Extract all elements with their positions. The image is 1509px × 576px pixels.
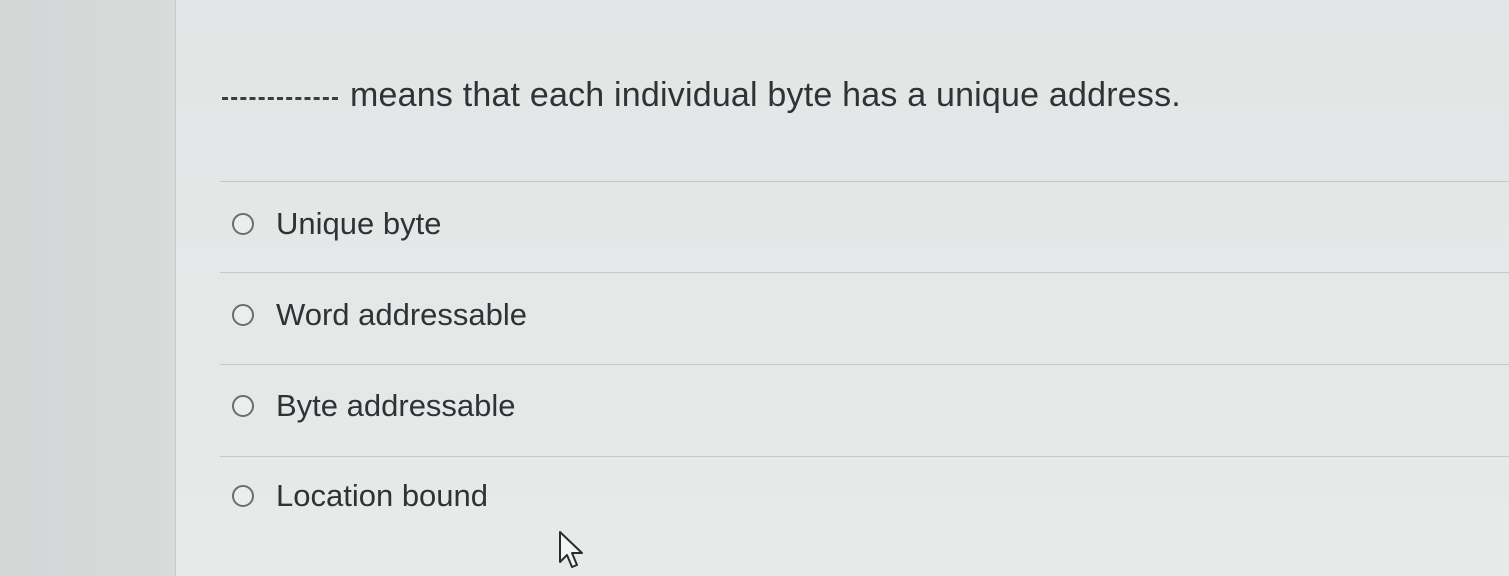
fill-in-blank xyxy=(222,97,338,100)
radio-button-icon[interactable] xyxy=(232,304,254,326)
option-label: Unique byte xyxy=(276,206,442,241)
option-label: Word addressable xyxy=(276,297,528,332)
option-unique-byte[interactable]: Unique byte xyxy=(232,206,441,242)
option-label: Byte addressable xyxy=(276,388,516,423)
mouse-pointer-icon xyxy=(559,531,583,568)
option-label: Location bound xyxy=(276,478,489,513)
quiz-question-panel: means that each individual byte has a un… xyxy=(175,0,1509,576)
option-location-bound[interactable]: Location bound xyxy=(232,478,488,514)
divider xyxy=(220,181,1509,182)
divider xyxy=(220,456,1509,457)
option-byte-addressable[interactable]: Byte addressable xyxy=(232,388,516,424)
radio-button-icon[interactable] xyxy=(232,213,254,235)
option-word-addressable[interactable]: Word addressable xyxy=(232,297,527,333)
divider xyxy=(220,364,1509,365)
radio-button-icon[interactable] xyxy=(232,485,254,507)
divider xyxy=(220,272,1509,273)
left-gutter xyxy=(0,0,175,576)
radio-button-icon[interactable] xyxy=(232,395,254,417)
question-text: means that each individual byte has a un… xyxy=(350,76,1181,114)
question-prompt: means that each individual byte has a un… xyxy=(222,76,1181,115)
